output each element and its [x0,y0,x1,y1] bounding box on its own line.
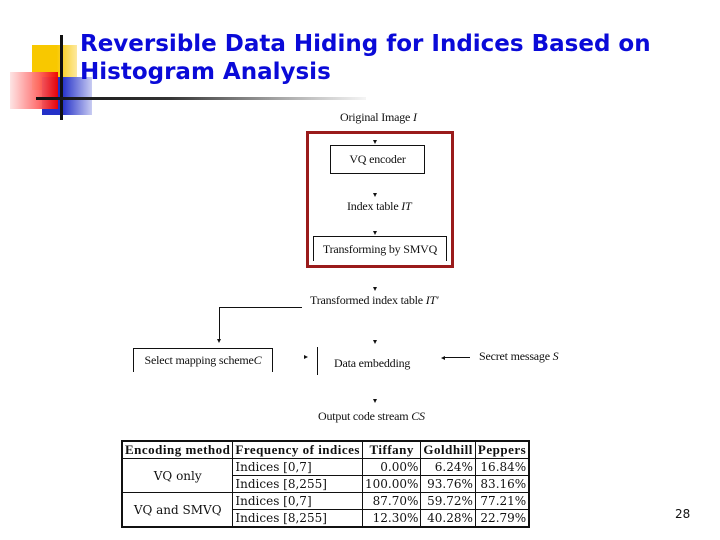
connector-line [219,307,302,308]
connector-line [219,307,220,340]
range-cell: Indices [0,7] [232,492,363,510]
arrow-down-icon [217,339,221,343]
value-cell: 6.24% [420,458,476,476]
node-select-mapping-scheme: Select mapping scheme C [133,348,273,372]
header-encoding-method: Encoding method [121,440,234,459]
value-cell: 59.72% [420,492,476,510]
node-secret-message: Secret message S [479,349,559,364]
method-cell: VQ and SMVQ [121,492,234,528]
header-goldhill: Goldhill [420,440,476,459]
value-cell: 77.21% [474,492,530,510]
arrow-down-icon [373,140,377,144]
node-data-embedding: Data embedding [334,356,410,371]
box-edge-line [317,347,318,375]
table-row: VQ only Indices [0,7] 0.00% 6.24% 16.84% [121,458,530,493]
method-cell: VQ only [121,458,234,493]
value-cell: 87.70% [361,492,422,510]
value-cell: 100.00% [361,475,422,493]
value-cell: 22.79% [474,509,530,528]
node-label: Output code stream [318,409,412,423]
value-cell: 83.16% [474,475,530,493]
node-label: Secret message [479,349,553,363]
node-original-image: Original Image I [340,110,417,125]
value-cell: 40.28% [420,509,476,528]
connector-line [444,357,470,358]
node-vq-encoder: VQ encoder [330,145,425,174]
results-table: Encoding method Frequency of indices Tif… [121,440,531,528]
node-transformed-index-table: Transformed index table IT' [310,293,439,308]
logo-red-square [10,72,58,109]
arrow-down-icon [373,340,377,344]
node-label: Transformed index table [310,293,426,307]
range-cell: Indices [8,255] [232,475,363,493]
title-underline [36,97,366,100]
header-tiffany: Tiffany [361,440,422,459]
node-var: I [412,110,417,124]
value-cell: 16.84% [474,458,530,476]
header-frequency: Frequency of indices [232,440,363,459]
node-var: S [552,349,559,363]
node-label: Data embedding [334,356,411,370]
page-number: 28 [675,507,691,521]
arrow-down-icon [373,287,377,291]
value-cell: 12.30% [361,509,422,528]
range-cell: Indices [8,255] [232,509,363,528]
node-index-table: Index table IT [347,199,412,214]
table-header-row: Encoding method Frequency of indices Tif… [121,440,530,459]
node-label: Transforming by SMVQ [322,241,438,256]
arrow-down-icon [373,231,377,235]
arrow-right-icon [304,355,308,359]
range-cell: Indices [0,7] [232,458,363,476]
node-var: CS [411,409,425,423]
node-var: C [253,353,262,367]
header-peppers: Peppers [474,440,530,459]
node-label: Select mapping scheme [144,353,254,367]
node-label: VQ encoder [349,152,406,166]
node-label: Index table [347,199,402,213]
slide-title: Reversible Data Hiding for Indices Based… [80,31,651,85]
arrow-down-icon [373,193,377,197]
arrow-down-icon [373,399,377,403]
node-label: Original Image [340,110,413,124]
node-var: IT' [425,293,439,307]
node-transforming-smvq: Transforming by SMVQ [313,236,447,261]
node-var: IT [401,199,412,213]
table-row: VQ and SMVQ Indices [0,7] 87.70% 59.72% … [121,492,530,528]
logo-vertical-line [60,35,63,120]
value-cell: 0.00% [361,458,422,476]
node-output-code-stream: Output code stream CS [318,409,425,424]
value-cell: 93.76% [420,475,476,493]
